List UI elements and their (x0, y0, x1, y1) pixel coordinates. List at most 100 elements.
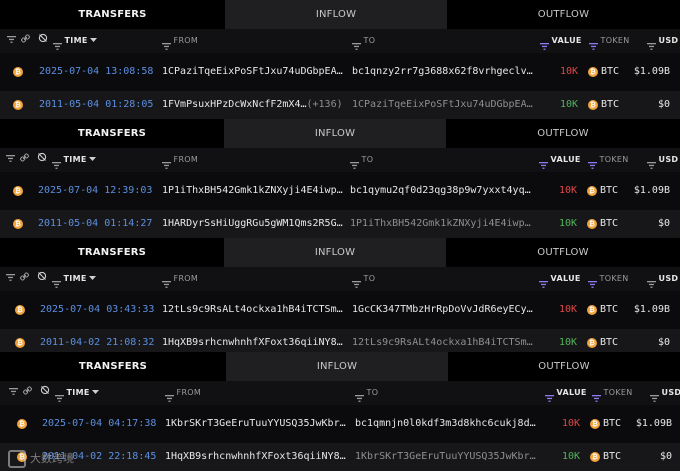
usd-value: $0 (659, 451, 672, 462)
transfer-value: 10K (558, 218, 577, 229)
filter-icon (588, 155, 597, 169)
from-address[interactable]: 1HARDyrSsHiUggRGu5gWM1Qms2R5G… (162, 210, 347, 238)
table-row[interactable]: ₿ 2025-07-04 12:39:03 1P1iThxBH542Gmk1kZNX… (0, 177, 680, 205)
eye-off-icon[interactable] (37, 148, 47, 172)
column-from[interactable]: FROM (162, 29, 198, 53)
column-from[interactable]: FROM (162, 148, 198, 172)
tab-transfers[interactable]: TRANSFERS (0, 0, 225, 29)
column-value[interactable]: VALUE (545, 381, 587, 405)
from-extra-count: (+136) (306, 99, 343, 110)
table-header: TIME FROM TO VALUE TOKEN USD (0, 148, 680, 172)
filter-icon (539, 274, 548, 288)
column-value[interactable]: VALUE (540, 29, 582, 53)
eye-off-icon[interactable] (40, 381, 50, 405)
caret-down-icon (87, 274, 97, 283)
usd-value: $0 (657, 99, 670, 110)
transfer-time[interactable]: 2025-07-04 04:17:38 (42, 410, 156, 438)
table-row[interactable]: ₿ 2011-05-04 01:14:27 1HARDyrSsHiUggRGu5gW… (0, 210, 680, 238)
column-usd[interactable]: USD (650, 381, 680, 405)
column-usd[interactable]: USD (647, 29, 678, 53)
tab-outflow[interactable]: OUTFLOW (448, 352, 680, 381)
eye-off-icon[interactable] (38, 29, 48, 53)
transfer-time[interactable]: 2025-07-04 13:08:58 (39, 58, 153, 86)
column-to[interactable]: TO (355, 381, 378, 405)
column-time[interactable]: TIME (52, 267, 97, 291)
column-to[interactable]: TO (352, 29, 375, 53)
column-usd[interactable]: USD (647, 267, 678, 291)
table-row[interactable]: ₿ 2025-07-04 04:17:38 1KbrSKrT3GeEruTuuYYU… (0, 410, 680, 438)
link-icon[interactable] (23, 381, 32, 405)
column-time[interactable]: TIME (52, 148, 97, 172)
tab-inflow[interactable]: INFLOW (226, 352, 448, 381)
column-time[interactable]: TIME (53, 29, 98, 53)
transfers-panel: TRANSFERS INFLOW OUTFLOW TIME FROM TO VALU… (0, 0, 680, 119)
tab-inflow[interactable]: INFLOW (224, 119, 446, 148)
column-token[interactable]: TOKEN (589, 29, 630, 53)
tab-transfers[interactable]: TRANSFERS (0, 238, 224, 267)
column-value[interactable]: VALUE (539, 148, 581, 172)
link-icon[interactable] (21, 29, 30, 53)
from-address[interactable]: 1FVmPsuxHPzDcWxNcfF2mX4…(+136) (162, 91, 347, 119)
filter-icon[interactable] (7, 29, 16, 53)
transfer-time[interactable]: 2025-07-04 03:43:33 (40, 296, 154, 324)
tab-transfers[interactable]: TRANSFERS (0, 352, 226, 381)
column-token[interactable]: TOKEN (588, 267, 629, 291)
filter-icon (350, 155, 359, 169)
from-address[interactable]: 1P1iThxBH542Gmk1kZNXyji4E4iwp… (162, 177, 347, 205)
column-to-label: TO (363, 274, 376, 283)
tab-outflow[interactable]: OUTFLOW (447, 0, 680, 29)
filter-icon (539, 155, 548, 169)
table-row[interactable]: ₿ 2011-04-02 22:18:45 1HqXB9srhcnwhnhfXFox… (0, 443, 680, 471)
from-address-text: 1FVmPsuxHPzDcWxNcfF2mX4… (162, 99, 307, 110)
tab-outflow[interactable]: OUTFLOW (446, 238, 680, 267)
column-token[interactable]: TOKEN (592, 381, 633, 405)
column-value-label: VALUE (550, 274, 581, 283)
bitcoin-coin-icon: ₿ (13, 67, 23, 77)
link-icon[interactable] (20, 148, 29, 172)
column-token-label: TOKEN (600, 36, 630, 45)
column-value-label: VALUE (551, 36, 582, 45)
eye-off-icon[interactable] (37, 267, 47, 291)
column-usd-label: USD (658, 36, 679, 45)
filter-icon[interactable] (9, 381, 18, 405)
column-time-label: TIME (66, 388, 90, 397)
filter-icon[interactable] (6, 267, 15, 291)
column-to[interactable]: TO (352, 267, 375, 291)
link-icon[interactable] (20, 267, 29, 291)
from-address[interactable]: 1KbrSKrT3GeEruTuuYYUSQ35JwKbr… (165, 410, 350, 438)
filter-icon[interactable] (6, 148, 15, 172)
transfer-value: 10K (561, 451, 580, 462)
table-row[interactable]: ₿ 2025-07-04 13:08:58 1CPaziTqeEixPoSFtJxu… (0, 58, 680, 86)
to-address[interactable]: bc1qymu2qf0d23qg38p9w7yxxt4yq… (350, 177, 535, 205)
column-from[interactable]: FROM (162, 267, 198, 291)
transfer-value: 10K (559, 99, 578, 110)
table-row[interactable]: ₿ 2025-07-04 03:43:33 12tLs9c9RsALt4ockxa1… (0, 296, 680, 324)
tab-inflow[interactable]: INFLOW (224, 238, 446, 267)
tab-outflow[interactable]: OUTFLOW (446, 119, 680, 148)
to-address[interactable]: 1P1iThxBH542Gmk1kZNXyji4E4iwp… (350, 210, 535, 238)
column-usd-label: USD (658, 274, 679, 283)
from-address[interactable]: 1HqXB9srhcnwhnhfXFoxt36qiiNY8… (165, 443, 350, 471)
filter-icon (352, 274, 361, 288)
column-time[interactable]: TIME (55, 381, 100, 405)
column-usd[interactable]: USD (647, 148, 678, 172)
column-value[interactable]: VALUE (539, 267, 581, 291)
from-address[interactable]: 1CPaziTqeEixPoSFtJxu74uDGbpEA… (162, 58, 347, 86)
table-row[interactable]: ₿ 2011-05-04 01:28:05 1FVmPsuxHPzDcWxNcfF2… (0, 91, 680, 119)
tab-transfers[interactable]: TRANSFERS (0, 119, 224, 148)
transfer-value: 10K (558, 185, 577, 196)
transfer-time[interactable]: 2011-05-04 01:14:27 (38, 210, 152, 238)
column-usd-label: USD (661, 388, 680, 397)
from-address-text: 1HARDyrSsHiUggRGu5gWM1Qms2R5G… (162, 218, 343, 229)
filter-icon (588, 274, 597, 288)
filter-icon (355, 388, 364, 402)
tab-inflow[interactable]: INFLOW (225, 0, 447, 29)
from-address[interactable]: 12tLs9c9RsALt4ockxa1hB4iTCTSm… (162, 296, 347, 324)
from-address-text: 1P1iThxBH542Gmk1kZNXyji4E4iwp… (162, 185, 343, 196)
column-from[interactable]: FROM (165, 381, 201, 405)
transfer-time[interactable]: 2011-05-04 01:28:05 (39, 91, 153, 119)
column-from-label: FROM (173, 36, 199, 45)
transfer-time[interactable]: 2025-07-04 12:39:03 (38, 177, 152, 205)
column-token[interactable]: TOKEN (588, 148, 629, 172)
column-to[interactable]: TO (350, 148, 373, 172)
